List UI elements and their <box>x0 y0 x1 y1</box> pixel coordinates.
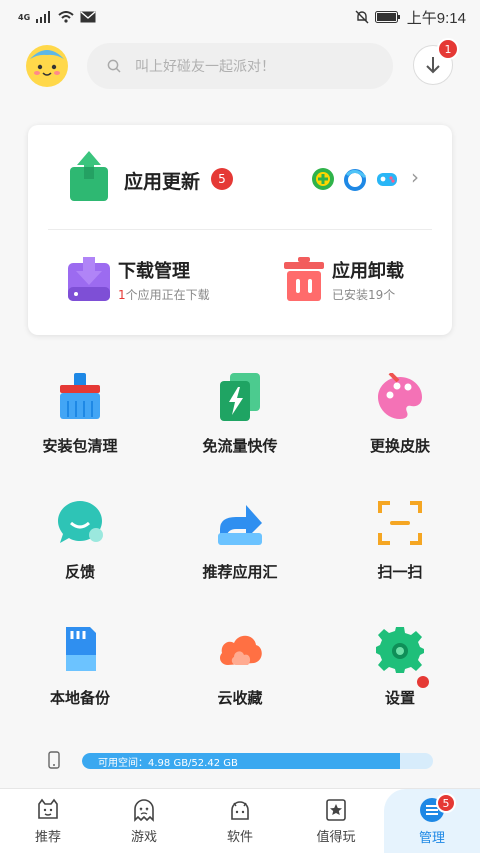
trash-can-icon <box>284 257 324 301</box>
grid-item-settings[interactable]: 设置 <box>320 625 480 725</box>
game-center-app-icon <box>377 173 397 186</box>
header: 叫上好碰友一起派对！ 1 <box>0 38 480 92</box>
chevron-right-icon: › <box>411 165 419 189</box>
search-bar[interactable]: 叫上好碰友一起派对！ <box>87 43 393 89</box>
nav-games[interactable]: 游戏 <box>96 789 192 853</box>
app-update-row[interactable]: 应用更新 5 › <box>28 125 452 229</box>
android-icon <box>231 800 249 820</box>
mute-bell-icon <box>355 10 369 24</box>
grid-label: 设置 <box>384 689 415 707</box>
grid-item-package-cleanup[interactable]: 安装包清理 <box>0 373 160 473</box>
nav-label: 游戏 <box>130 829 157 845</box>
app-uninstall-title: 应用卸载 <box>332 261 404 282</box>
share-arrow-icon <box>218 505 262 545</box>
divider <box>48 229 432 230</box>
update-app-icons <box>311 167 399 191</box>
app-update-title: 应用更新 <box>124 171 201 193</box>
download-manager-subtitle: 1个应用正在下载 <box>118 288 210 302</box>
broom-icon <box>60 373 100 419</box>
bottom-nav: 推荐 游戏 软件 值得玩 管理 5 <box>0 788 480 853</box>
app-update-icon <box>70 151 108 201</box>
browser-app-icon <box>344 169 367 191</box>
nav-recommend[interactable]: 推荐 <box>0 789 96 853</box>
grid-label: 免流量快传 <box>202 437 278 455</box>
recommend-face-icon <box>38 798 58 819</box>
flash-transfer-icon <box>220 373 260 421</box>
nav-label: 值得玩 <box>316 829 356 845</box>
download-arrow-icon <box>426 57 440 74</box>
download-manager[interactable]: 下载管理 1个应用正在下载 <box>68 255 248 315</box>
grid-item-change-skin[interactable]: 更换皮肤 <box>320 373 480 473</box>
battery-icon <box>374 11 400 23</box>
manage-card: 应用更新 5 › 下载管理 1个应用正在下载 应用卸载 已安装19个 <box>28 125 452 335</box>
star-bookmark-icon <box>326 798 346 821</box>
nav-label: 推荐 <box>34 829 61 845</box>
mail-icon <box>80 11 96 23</box>
nav-label: 软件 <box>226 829 253 845</box>
grid-label: 更换皮肤 <box>369 437 430 455</box>
grid-item-recommend-apps[interactable]: 推荐应用汇 <box>160 499 320 599</box>
grid-item-scan[interactable]: 扫一扫 <box>320 499 480 599</box>
status-bar: 4G 上午9:14 <box>0 0 480 34</box>
cloud-icon <box>220 635 262 665</box>
grid-label: 反馈 <box>64 563 95 581</box>
download-manager-title: 下载管理 <box>118 261 190 282</box>
360-security-app-icon <box>312 168 334 190</box>
download-badge: 1 <box>437 38 459 60</box>
feedback-chat-icon <box>58 501 103 543</box>
avatar[interactable] <box>26 45 68 87</box>
grid-label: 推荐应用汇 <box>202 563 278 581</box>
phone-icon <box>48 751 60 769</box>
signal-icon <box>36 11 51 23</box>
storage-indicator: 可用空间：4.98 GB/52.42 GB <box>0 748 480 776</box>
sd-card-icon <box>66 627 96 671</box>
nav-label: 管理 <box>418 830 445 846</box>
app-uninstall[interactable]: 应用卸载 已安装19个 <box>284 255 434 315</box>
grid-label: 本地备份 <box>49 689 110 707</box>
grid-label: 安装包清理 <box>42 437 118 455</box>
settings-notification-dot <box>417 676 429 688</box>
grid-label: 云收藏 <box>217 689 263 707</box>
app-uninstall-subtitle: 已安装19个 <box>332 288 396 302</box>
grid-label: 扫一扫 <box>377 563 423 581</box>
network-type: 4G <box>18 12 31 22</box>
clock: 上午9:14 <box>406 9 466 27</box>
grid-item-free-transfer[interactable]: 免流量快传 <box>160 373 320 473</box>
storage-text: 可用空间：4.98 GB/52.42 GB <box>98 758 238 769</box>
grid-item-feedback[interactable]: 反馈 <box>0 499 160 599</box>
palette-icon <box>378 373 422 419</box>
nav-manage-badge: 5 <box>436 793 456 813</box>
storage-bar: 可用空间：4.98 GB/52.42 GB <box>82 753 433 769</box>
search-icon <box>107 59 121 73</box>
search-placeholder: 叫上好碰友一起派对！ <box>135 59 275 75</box>
grid-item-local-backup[interactable]: 本地备份 <box>0 625 160 725</box>
app-update-badge: 5 <box>211 168 233 190</box>
nav-software[interactable]: 软件 <box>192 789 288 853</box>
game-ghost-icon <box>134 798 154 822</box>
wifi-icon <box>58 11 74 23</box>
scan-icon <box>378 501 422 545</box>
nav-manage[interactable]: 管理 5 <box>384 789 480 853</box>
nav-worth-playing[interactable]: 值得玩 <box>288 789 384 853</box>
gear-icon <box>376 627 424 673</box>
grid-item-cloud-favorites[interactable]: 云收藏 <box>160 625 320 725</box>
download-manager-icon <box>68 257 110 301</box>
